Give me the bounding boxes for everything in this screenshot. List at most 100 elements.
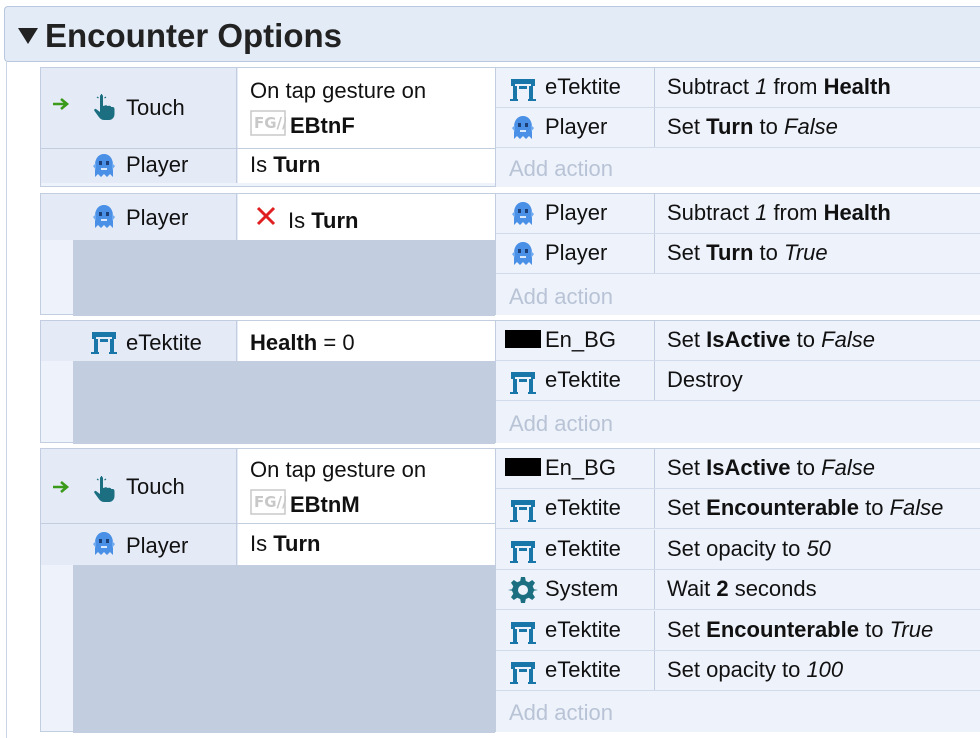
action-description: Set IsActive to False — [667, 455, 875, 480]
condition-player-is-turn[interactable]: Player Is Turn — [41, 149, 495, 183]
trigger-arrow-icon — [52, 96, 72, 117]
condition-text: On tap gesture on EBtnF — [238, 68, 495, 148]
condition-health-equals-zero[interactable]: eTektite Health = 0 — [41, 321, 495, 361]
tektite-icon — [508, 366, 538, 396]
action-description: Set IsActive to False — [667, 327, 875, 352]
action-row[interactable]: Player Subtract 1 from Health — [496, 194, 980, 234]
condition-object: Player — [41, 149, 237, 183]
condition-object: Touch — [41, 449, 237, 523]
action-list: En_BG Set IsActive to False eTektite Set… — [495, 449, 980, 732]
action-object-name: eTektite — [545, 495, 621, 520]
action-row[interactable]: En_BG Set IsActive to False — [496, 321, 980, 361]
action-description: Set opacity to 50 — [667, 536, 831, 561]
add-action-link[interactable]: Add action — [509, 284, 613, 310]
action-row[interactable]: eTektite Destroy — [496, 361, 980, 401]
tektite-icon — [89, 326, 119, 361]
action-object-name: eTektite — [545, 367, 621, 392]
tektite-icon — [508, 535, 538, 565]
action-row[interactable]: eTektite Set Encounterable to True — [496, 611, 980, 651]
action-object-name: eTektite — [545, 617, 621, 642]
condition-text: On tap gesture on EBtnM — [238, 449, 495, 523]
action-description: Destroy — [667, 367, 743, 392]
tektite-icon — [508, 656, 538, 686]
player-ghost-icon — [508, 239, 538, 269]
condition-description: Is Turn — [250, 531, 321, 556]
event-block-4[interactable]: Touch On tap gesture on EBtnM Player Is … — [40, 448, 980, 733]
action-object-name: eTektite — [545, 657, 621, 682]
condition-text: Is Turn — [238, 149, 495, 183]
collapse-triangle-icon[interactable] — [18, 28, 38, 44]
tektite-icon — [508, 616, 538, 646]
sprite-thumbnail-icon — [250, 110, 286, 141]
action-row[interactable]: eTektite Set opacity to 50 — [496, 530, 980, 570]
event-block-2[interactable]: Player Is Turn Player Subtract 1 from He… — [40, 193, 980, 316]
condition-object-name: Player — [126, 533, 189, 558]
player-ghost-icon — [89, 202, 119, 237]
player-ghost-icon — [89, 151, 119, 186]
condition-description: Is Turn — [288, 208, 359, 233]
event-padding — [73, 361, 495, 444]
en-bg-black-swatch-icon — [505, 458, 541, 476]
condition-text: Health = 0 — [238, 321, 495, 361]
condition-object-name: Player — [126, 152, 189, 177]
action-row[interactable]: eTektite Subtract 1 from Health — [496, 68, 980, 108]
condition-object: Player — [41, 194, 237, 240]
condition-object-name: Touch — [126, 95, 185, 120]
condition-text: Is Turn — [238, 194, 495, 240]
action-object-name: Player — [545, 114, 608, 139]
add-action-link[interactable]: Add action — [509, 156, 613, 182]
condition-text: Is Turn — [238, 524, 495, 565]
condition-player-not-turn[interactable]: Player Is Turn — [41, 194, 495, 240]
condition-object: Player — [41, 524, 237, 565]
condition-touch-tap-ebtnm[interactable]: Touch On tap gesture on EBtnM — [41, 449, 495, 524]
action-object-name: Player — [545, 240, 608, 265]
action-object-name: eTektite — [545, 74, 621, 99]
add-action-link[interactable]: Add action — [509, 411, 613, 437]
action-description: Set Encounterable to False — [667, 495, 944, 520]
action-description: Set Encounterable to True — [667, 617, 934, 642]
condition-player-is-turn[interactable]: Player Is Turn — [41, 524, 495, 565]
action-description: Subtract 1 from Health — [667, 74, 891, 99]
action-object-name: eTektite — [545, 536, 621, 561]
action-row[interactable]: Player Set Turn to False — [496, 108, 980, 148]
action-row[interactable]: En_BG Set IsActive to False — [496, 449, 980, 489]
event-padding — [73, 565, 495, 733]
condition-object-name: Player — [126, 205, 189, 230]
condition-object: eTektite — [41, 321, 237, 361]
condition-description: Health = 0 — [250, 330, 355, 355]
condition-target: EBtnM — [290, 492, 360, 517]
condition-object-name: Touch — [126, 474, 185, 499]
player-ghost-icon — [508, 199, 538, 229]
condition-description: On tap gesture on — [250, 457, 427, 482]
group-title: Encounter Options — [45, 17, 342, 54]
condition-object: Touch — [41, 68, 237, 148]
action-description: Set Turn to True — [667, 240, 828, 265]
action-object-name: En_BG — [545, 455, 616, 480]
action-row[interactable]: Player Set Turn to True — [496, 234, 980, 274]
player-ghost-icon — [89, 529, 119, 564]
player-ghost-icon — [508, 113, 538, 143]
group-outline — [6, 62, 7, 738]
en-bg-black-swatch-icon — [505, 330, 541, 348]
gear-icon — [508, 575, 538, 605]
event-group-header[interactable]: Encounter Options — [4, 6, 980, 62]
action-description: Set opacity to 100 — [667, 657, 844, 682]
action-description: Subtract 1 from Health — [667, 200, 891, 225]
event-block-1[interactable]: Touch On tap gesture on EBtnF Player Is … — [40, 67, 980, 187]
event-block-3[interactable]: eTektite Health = 0 En_BG Set IsActive t… — [40, 320, 980, 444]
action-object-name: System — [545, 576, 619, 601]
trigger-arrow-icon — [52, 479, 72, 500]
tektite-icon — [508, 73, 538, 103]
action-list: eTektite Subtract 1 from Health Player S… — [495, 68, 980, 187]
condition-target: EBtnF — [290, 113, 355, 138]
action-row[interactable]: System Wait 2 seconds — [496, 570, 980, 610]
condition-description: On tap gesture on — [250, 78, 427, 103]
invert-x-icon — [255, 205, 277, 232]
action-row[interactable]: eTektite Set opacity to 100 — [496, 651, 980, 691]
action-description: Wait 2 seconds — [667, 576, 817, 601]
action-row[interactable]: eTektite Set Encounterable to False — [496, 489, 980, 529]
touch-hand-icon — [89, 92, 119, 127]
add-action-link[interactable]: Add action — [509, 700, 613, 726]
action-object-name: En_BG — [545, 327, 616, 352]
condition-touch-tap-ebtnf[interactable]: Touch On tap gesture on EBtnF — [41, 68, 495, 149]
